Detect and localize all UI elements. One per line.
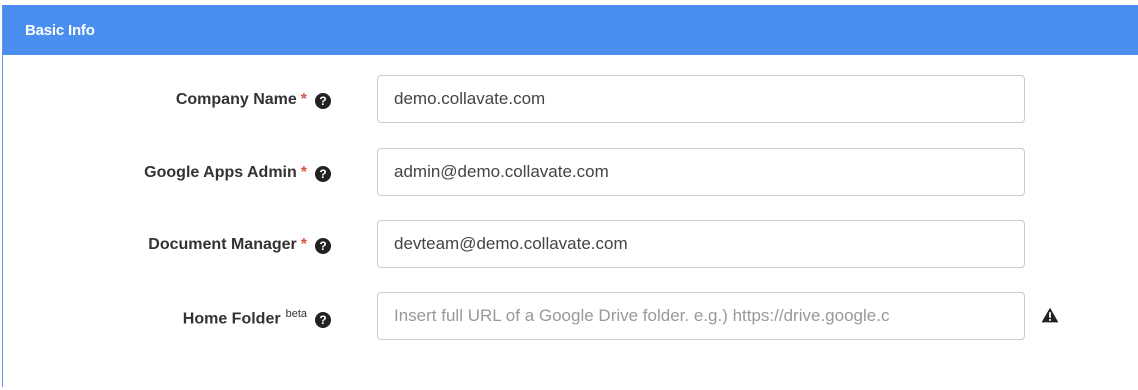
- required-asterisk: *: [300, 236, 307, 253]
- document-manager-input[interactable]: [377, 220, 1025, 268]
- home-folder-row: Home Folder beta?: [3, 292, 1138, 342]
- warning-triangle-icon: [1041, 307, 1059, 323]
- company-name-input[interactable]: [377, 75, 1025, 123]
- beta-tag: beta: [285, 308, 307, 320]
- help-icon[interactable]: ?: [315, 166, 331, 182]
- help-icon[interactable]: ?: [315, 93, 331, 109]
- required-asterisk: *: [300, 164, 307, 181]
- google-apps-admin-label: Google Apps Admin: [144, 164, 297, 181]
- company-name-row: Company Name *?: [3, 75, 1138, 125]
- google-apps-admin-row: Google Apps Admin *?: [3, 148, 1138, 198]
- google-apps-admin-input[interactable]: [377, 148, 1025, 196]
- company-name-label: Company Name: [175, 91, 297, 108]
- home-folder-label-group: Home Folder beta?: [182, 308, 331, 329]
- required-asterisk: *: [300, 91, 307, 108]
- document-manager-label: Document Manager: [148, 236, 297, 253]
- help-icon[interactable]: ?: [315, 312, 331, 329]
- home-folder-input[interactable]: [377, 292, 1025, 340]
- panel-title: Basic Info: [25, 22, 95, 39]
- panel-header: Basic Info: [3, 5, 1138, 55]
- home-folder-label: Home Folder: [182, 310, 281, 328]
- basic-info-panel: Basic Info Company Name*? Google Apps Ad…: [2, 5, 1138, 387]
- help-icon[interactable]: ?: [315, 238, 331, 254]
- google-apps-admin-label-group: Google Apps Admin *?: [144, 164, 331, 182]
- document-manager-label-group: Document Manager *?: [148, 236, 331, 254]
- document-manager-row: Document Manager *?: [3, 220, 1138, 270]
- company-name-label-group: Company Name *?: [176, 91, 331, 109]
